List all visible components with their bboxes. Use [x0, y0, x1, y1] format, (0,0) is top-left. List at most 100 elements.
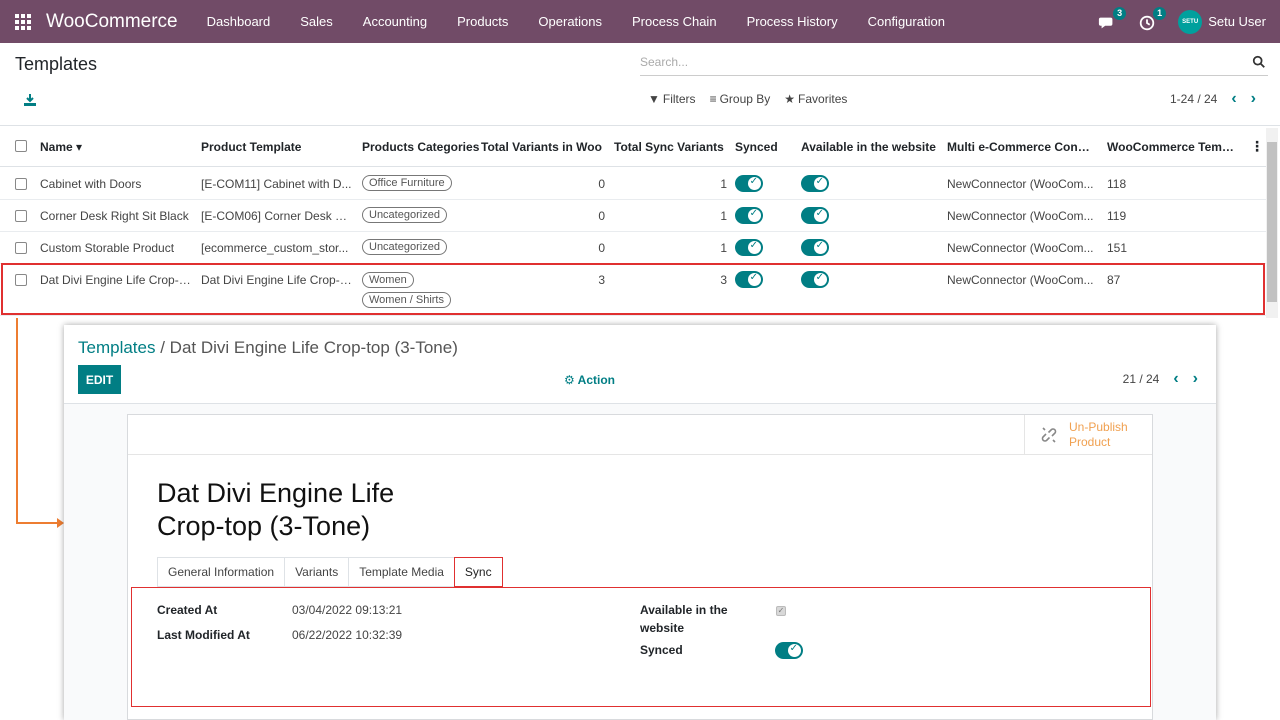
pager-next-icon[interactable]: › [1193, 371, 1198, 387]
row-template: [E-COM06] Corner Desk Ri... [201, 209, 353, 223]
menu-process-chain[interactable]: Process Chain [617, 0, 732, 43]
row-sync-variants: 1 [720, 241, 727, 255]
search-icon[interactable] [1252, 55, 1266, 69]
tab-general-information[interactable]: General Information [157, 557, 285, 587]
menu-dashboard[interactable]: Dashboard [192, 0, 286, 43]
form-pager-value[interactable]: 21 / 24 [1123, 372, 1160, 386]
row-checkbox[interactable] [15, 242, 27, 254]
search-options: ▼ Filters ≡ Group By ★ Favorites [648, 92, 847, 106]
favorites-button[interactable]: ★ Favorites [784, 92, 847, 106]
action-button[interactable]: ⚙ Action [564, 373, 615, 387]
highlighted-row-annotation [1, 263, 1265, 315]
smart-button-box: Un-Publish Product [128, 415, 1152, 455]
row-sync-variants: 1 [720, 177, 727, 191]
table-header: Name ▾ Product Template Products Categor… [0, 126, 1266, 167]
menu-accounting[interactable]: Accounting [348, 0, 442, 43]
activities-count-badge: 1 [1153, 6, 1167, 20]
form-sheet: Un-Publish Product Dat Divi Engine Life … [127, 414, 1153, 720]
menu-process-history[interactable]: Process History [732, 0, 853, 43]
annotation-arrow-line [16, 318, 18, 524]
column-products-categories[interactable]: Products Categories [362, 140, 479, 154]
edit-button[interactable]: EDIT [78, 365, 121, 394]
annotation-arrow-head [57, 518, 64, 528]
row-template: [ecommerce_custom_stor... [201, 241, 349, 255]
form-breadcrumb: Templates / Dat Divi Engine Life Crop-to… [78, 338, 458, 358]
select-all-checkbox[interactable] [15, 140, 27, 152]
synced-toggle[interactable]: ✓ [735, 207, 763, 224]
row-checkbox[interactable] [15, 210, 27, 222]
group-by-button[interactable]: ≡ Group By [710, 92, 771, 106]
synced-toggle[interactable]: ✓ [735, 239, 763, 256]
product-name[interactable]: Dat Divi Engine Life Crop-top (3-Tone) [157, 477, 477, 543]
row-categories: Uncategorized [362, 239, 447, 255]
pager-previous-icon[interactable]: ‹ [1231, 91, 1236, 107]
column-synced[interactable]: Synced [735, 140, 778, 154]
row-total-variants: 0 [598, 241, 605, 255]
optional-columns-icon[interactable]: ⋮ [1250, 138, 1264, 155]
filter-icon: ▼ [648, 92, 660, 106]
app-brand[interactable]: WooCommerce [46, 11, 178, 33]
search-bar [640, 50, 1268, 76]
last-modified-value: 06/22/2022 10:32:39 [292, 628, 403, 642]
sort-caret-icon: ▾ [76, 140, 83, 154]
row-connector: NewConnector (WooCom... [947, 209, 1094, 223]
activities-clock-icon[interactable]: 1 [1138, 6, 1167, 32]
category-tag: Office Furniture [362, 175, 452, 191]
column-woo-template[interactable]: WooCommerce Temp... [1107, 140, 1237, 154]
pager-next-icon[interactable]: › [1251, 91, 1256, 107]
synced-toggle[interactable]: ✓ [775, 642, 803, 659]
apps-menu-icon[interactable] [14, 13, 32, 31]
column-available-website[interactable]: Available in the website [801, 140, 936, 154]
menu-products[interactable]: Products [442, 0, 523, 43]
tab-sync[interactable]: Sync [453, 557, 503, 587]
row-categories: Office Furniture [362, 175, 452, 191]
last-modified-label: Last Modified At [157, 628, 250, 642]
pager-value[interactable]: 1-24 / 24 [1170, 92, 1217, 106]
table-row[interactable]: Custom Storable Product [ecommerce_custo… [0, 232, 1266, 264]
column-total-variants[interactable]: Total Variants in Woo [481, 140, 602, 154]
row-checkbox[interactable] [15, 178, 27, 190]
menu-operations[interactable]: Operations [523, 0, 617, 43]
tab-variants[interactable]: Variants [284, 557, 349, 587]
column-total-sync-variants[interactable]: Total Sync Variants [614, 140, 724, 154]
category-tag: Uncategorized [362, 207, 447, 223]
star-icon: ★ [784, 92, 796, 106]
search-input[interactable] [640, 50, 1240, 74]
messages-icon[interactable]: 3 [1098, 6, 1127, 32]
row-total-variants: 0 [598, 209, 605, 223]
created-at-value: 03/04/2022 09:13:21 [292, 603, 403, 617]
user-avatar[interactable]: SETU [1178, 9, 1203, 34]
menu-configuration[interactable]: Configuration [853, 0, 960, 43]
pager-previous-icon[interactable]: ‹ [1173, 371, 1178, 387]
breadcrumb-templates-link[interactable]: Templates [78, 338, 155, 357]
gear-icon: ⚙ [564, 373, 575, 387]
synced-toggle[interactable]: ✓ [735, 175, 763, 192]
available-website-checkbox[interactable]: ✓ [776, 606, 786, 616]
table-row[interactable]: Corner Desk Right Sit Black [E-COM06] Co… [0, 200, 1266, 232]
column-connector[interactable]: Multi e-Commerce Conn... [947, 140, 1092, 154]
available-website-label: Available in the website [640, 603, 728, 635]
row-woo-id: 119 [1107, 209, 1127, 223]
tab-template-media[interactable]: Template Media [348, 557, 454, 587]
row-total-variants: 0 [598, 177, 605, 191]
systray: 3 1 SETU Setu User [1098, 0, 1266, 43]
breadcrumb-separator: / [160, 338, 170, 357]
messages-count-badge: 3 [1113, 6, 1127, 20]
column-name[interactable]: Name ▾ [40, 140, 82, 154]
category-tag: Uncategorized [362, 239, 447, 255]
page-title: Templates [15, 54, 98, 74]
list-scrollbar[interactable] [1266, 128, 1278, 318]
row-name: Custom Storable Product [40, 241, 175, 255]
scrollbar-thumb[interactable] [1267, 142, 1277, 302]
available-toggle[interactable]: ✓ [801, 207, 829, 224]
menu-sales[interactable]: Sales [285, 0, 348, 43]
row-connector: NewConnector (WooCom... [947, 177, 1094, 191]
filters-button[interactable]: ▼ Filters [648, 92, 696, 106]
column-product-template[interactable]: Product Template [201, 140, 301, 154]
unpublish-product-button[interactable]: Un-Publish Product [1024, 415, 1152, 455]
table-row[interactable]: Cabinet with Doors [E-COM11] Cabinet wit… [0, 168, 1266, 200]
available-toggle[interactable]: ✓ [801, 175, 829, 192]
user-name[interactable]: Setu User [1208, 14, 1266, 29]
available-toggle[interactable]: ✓ [801, 239, 829, 256]
download-icon[interactable] [22, 92, 38, 108]
